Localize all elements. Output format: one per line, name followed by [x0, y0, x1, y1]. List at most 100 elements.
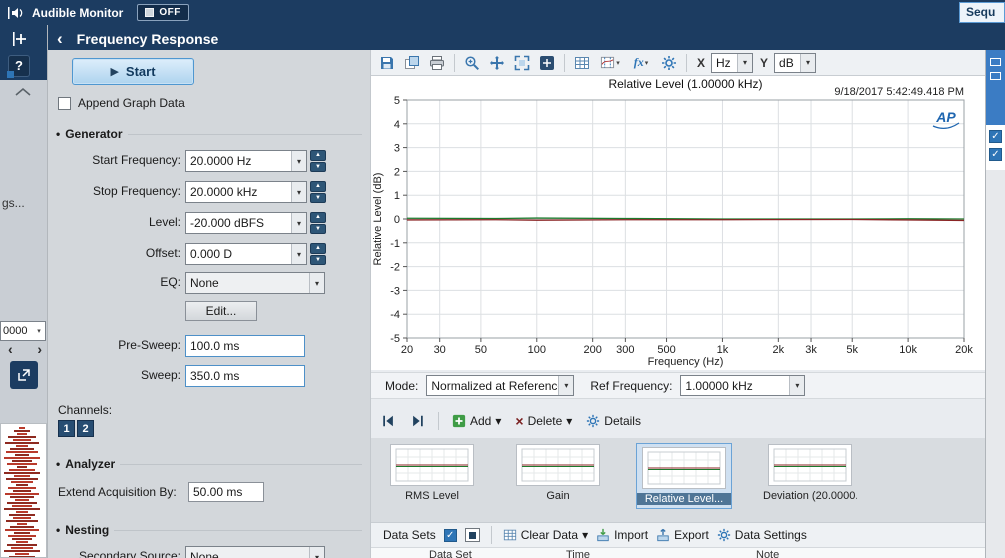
data-grid-button[interactable] [571, 52, 593, 74]
zoom-in-button[interactable] [461, 52, 483, 74]
print-button[interactable] [426, 52, 448, 74]
spin-up-icon[interactable]: ▲ [310, 243, 326, 254]
extend-acquisition-input[interactable]: 50.00 ms [188, 482, 264, 502]
channel-2-button[interactable]: 2 [77, 420, 94, 437]
pan-button[interactable] [486, 52, 508, 74]
spin-up-icon[interactable]: ▲ [310, 212, 326, 223]
mode-combobox[interactable]: Normalized at Reference ▾ [426, 375, 575, 396]
thumbnail-rms-level[interactable]: RMS Level [385, 444, 479, 502]
meter-thumbnail-panel[interactable] [0, 423, 47, 558]
zoom-region-button[interactable] [536, 52, 558, 74]
pre-sweep-input[interactable]: 100.0 ms [185, 335, 305, 357]
import-button[interactable]: Import [596, 528, 648, 542]
chevron-down-icon[interactable]: ▾ [291, 182, 306, 202]
y-units-combobox[interactable]: dB ▾ [774, 52, 817, 73]
clipped-value-combobox[interactable]: 0000 ▾ [0, 321, 46, 341]
clipped-settings-text: gs... [2, 196, 25, 210]
sequence-item-checkbox[interactable]: ✓ [989, 148, 1002, 161]
level-combobox[interactable]: -20.000 dBFS ▾ [185, 212, 307, 234]
cursors-icon [601, 56, 615, 69]
chevron-down-icon[interactable]: ▾ [309, 273, 324, 293]
copy-graph-button[interactable] [401, 52, 423, 74]
chevron-down-icon[interactable]: ▾ [309, 547, 324, 558]
svg-text:1: 1 [394, 190, 400, 202]
frequency-response-graph[interactable]: 20 30 50 100 200 300 500 1k 2k 3k 5k 10k 20k 5 4 3 2 1 0 -1… [371, 76, 986, 370]
sequence-item-checkbox[interactable]: ✓ [989, 130, 1002, 143]
page-right-icon[interactable]: › [37, 341, 42, 357]
graph-mode-row: Mode: Normalized at Reference ▾ Ref Freq… [371, 372, 986, 399]
export-button[interactable]: Export [656, 528, 709, 542]
column-header-data-set[interactable]: Data Set [429, 549, 472, 558]
chevron-down-icon[interactable]: ▾ [737, 53, 753, 72]
back-button[interactable]: ‹ [57, 30, 63, 47]
toolbar-separator [686, 53, 687, 72]
y-axis-label: Y [760, 55, 769, 70]
gear-icon [662, 55, 676, 70]
sweep-input[interactable]: 350.0 ms [185, 365, 305, 387]
fx-button[interactable]: fx ▾ [627, 52, 655, 74]
svg-text:300: 300 [616, 344, 634, 356]
audible-monitor-off-toggle[interactable]: OFF [137, 4, 189, 21]
thumbnail-relative-level[interactable]: Relative Level... [636, 443, 732, 509]
chevron-down-icon[interactable]: ▾ [800, 53, 816, 72]
skip-first-icon [383, 415, 393, 427]
mode-label: Mode: [385, 378, 419, 393]
eq-edit-button[interactable]: Edit... [185, 301, 257, 321]
chevron-down-icon[interactable]: ▾ [558, 376, 574, 395]
thumbnail-gain[interactable]: Gain [511, 444, 605, 502]
table-icon [503, 529, 516, 541]
channel-1-button[interactable]: 1 [58, 420, 75, 437]
delete-result-button[interactable]: × Delete ▾ [511, 412, 576, 430]
spin-up-icon[interactable]: ▲ [310, 150, 326, 161]
stop-frequency-combobox[interactable]: 20.0000 kHz ▾ [185, 181, 307, 203]
spin-down-icon[interactable]: ▼ [310, 254, 326, 265]
chevron-down-icon[interactable]: ▾ [789, 376, 805, 395]
result-thumbnails: RMS Level Gain Relative Level... Deviati… [371, 438, 986, 522]
add-result-button[interactable]: Add ▾ [448, 412, 505, 430]
chevron-down-icon[interactable]: ▾ [291, 244, 306, 264]
plus-icon [452, 414, 466, 428]
start-button[interactable]: ▶ Start [72, 58, 194, 85]
sequence-panel-button[interactable]: Sequ [959, 2, 1005, 23]
sequence-panel-strip[interactable] [986, 50, 1005, 125]
speaker-icon [8, 6, 26, 20]
save-graph-button[interactable] [376, 52, 398, 74]
svg-text:5: 5 [394, 95, 400, 107]
start-frequency-row: Start Frequency: 20.0000 Hz ▾ ▲ ▼ [48, 150, 370, 172]
clear-data-button[interactable]: Clear Data ▾ [503, 528, 588, 542]
graph-toolbar: ▾ fx ▾ X Hz ▾ Y dB ▾ [371, 50, 986, 76]
offset-combobox[interactable]: 0.000 D ▾ [185, 243, 307, 265]
spin-down-icon[interactable]: ▼ [310, 192, 326, 203]
zoom-fit-button[interactable] [511, 52, 533, 74]
graph-settings-button[interactable] [658, 52, 680, 74]
data-settings-button[interactable]: Data Settings [717, 528, 807, 542]
trace-color-button[interactable] [464, 528, 480, 542]
chevron-down-icon[interactable]: ▾ [291, 151, 306, 171]
thumbnail-deviation[interactable]: Deviation (20.0000... [763, 444, 857, 502]
column-header-note[interactable]: Note [756, 549, 779, 558]
ref-frequency-combobox[interactable]: 1.00000 kHz ▾ [680, 375, 806, 396]
start-frequency-combobox[interactable]: 20.0000 Hz ▾ [185, 150, 307, 172]
last-result-button[interactable] [406, 412, 429, 430]
svg-text:10k: 10k [899, 344, 917, 356]
details-button[interactable]: Details [582, 412, 645, 430]
secondary-source-combobox[interactable]: None ▾ [185, 546, 325, 558]
scroll-up-icon[interactable] [14, 87, 32, 97]
x-units-combobox[interactable]: Hz ▾ [711, 52, 754, 73]
spin-down-icon[interactable]: ▼ [310, 161, 326, 172]
chevron-down-icon[interactable]: ▾ [291, 213, 306, 233]
eq-combobox[interactable]: None ▾ [185, 272, 325, 294]
popout-button[interactable] [10, 361, 38, 389]
section-divider [127, 133, 362, 135]
start-frequency-spinner: ▲ ▼ [310, 150, 326, 172]
append-graph-data-checkbox[interactable] [58, 96, 71, 110]
page-left-icon[interactable]: ‹ [8, 341, 13, 357]
dock-add-icon[interactable] [12, 31, 30, 47]
data-sets-visible-checkbox[interactable]: ✓ [443, 528, 457, 542]
column-header-time[interactable]: Time [566, 549, 590, 558]
spin-up-icon[interactable]: ▲ [310, 181, 326, 192]
spin-down-icon[interactable]: ▼ [310, 223, 326, 234]
first-result-button[interactable] [377, 412, 400, 430]
cursors-button[interactable]: ▾ [596, 52, 624, 74]
section-divider [120, 463, 362, 465]
